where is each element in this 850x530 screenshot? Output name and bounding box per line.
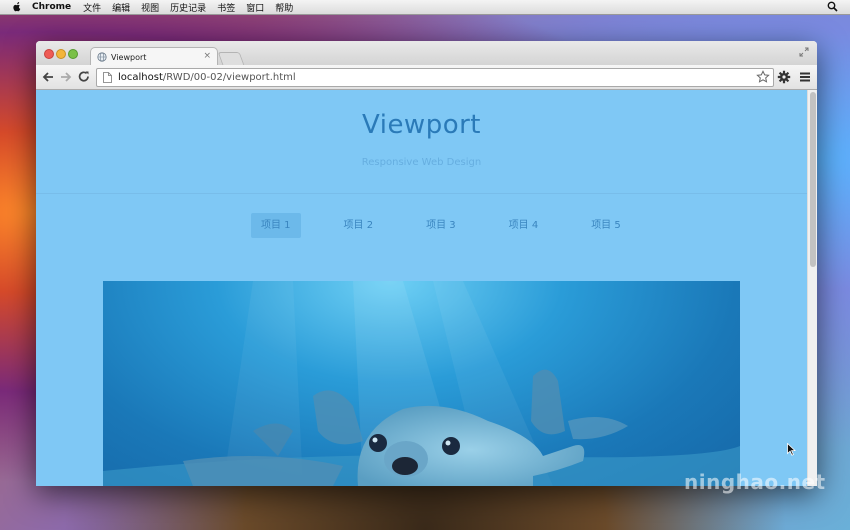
hero-image: [103, 281, 740, 486]
forward-arrow-icon[interactable]: [59, 70, 73, 84]
bookmark-star-icon[interactable]: [756, 70, 770, 84]
site-nav: 项目 1 项目 2 项目 3 项目 4 项目 5: [251, 213, 664, 238]
address-bar[interactable]: localhost/RWD/00-02/viewport.html: [96, 68, 774, 87]
window-close-button[interactable]: [44, 49, 54, 59]
new-tab-button[interactable]: [217, 52, 245, 65]
menubar-item-help[interactable]: 帮助: [275, 1, 293, 14]
page-subtitle: Responsive Web Design: [361, 157, 482, 168]
browser-window: Viewport × localhost/RWD/00-02/viewport.…: [36, 41, 817, 486]
nav-item-4[interactable]: 项目 4: [499, 213, 549, 238]
header-divider: [36, 193, 807, 194]
menubar-item-history[interactable]: 历史记录: [170, 1, 206, 14]
url-path: /RWD/00-02/viewport.html: [162, 72, 296, 83]
tab-title: Viewport: [111, 52, 147, 62]
mouse-cursor-icon: [787, 443, 796, 456]
window-maximize-button[interactable]: [68, 49, 78, 59]
browser-tab-active[interactable]: Viewport ×: [90, 47, 218, 66]
browser-toolbar: localhost/RWD/00-02/viewport.html: [36, 65, 817, 90]
reload-icon[interactable]: [77, 70, 91, 84]
chrome-menu-icon[interactable]: [798, 70, 812, 84]
nav-item-1[interactable]: 项目 1: [251, 213, 301, 238]
fullscreen-icon[interactable]: [799, 47, 809, 57]
menubar-item-bookmarks[interactable]: 书签: [217, 1, 235, 14]
back-arrow-icon[interactable]: [41, 70, 55, 84]
menubar-item-view[interactable]: 视图: [141, 1, 159, 14]
page-title: Viewport: [362, 110, 481, 140]
menubar-item-file[interactable]: 文件: [83, 1, 101, 14]
vertical-scrollbar[interactable]: [807, 90, 817, 486]
nav-item-2[interactable]: 项目 2: [334, 213, 384, 238]
extension-gear-icon[interactable]: [777, 70, 791, 84]
page-icon: [103, 72, 112, 83]
nav-item-5[interactable]: 项目 5: [581, 213, 631, 238]
sea-lion-photo-icon: [103, 281, 740, 486]
page-viewport: Viewport Responsive Web Design 项目 1 项目 2…: [36, 90, 807, 486]
nav-item-3[interactable]: 项目 3: [416, 213, 466, 238]
menubar-item-window[interactable]: 窗口: [246, 1, 264, 14]
menubar-app-name[interactable]: Chrome: [32, 2, 71, 12]
url-host: localhost: [118, 72, 163, 83]
spotlight-search-icon[interactable]: [827, 1, 838, 12]
window-minimize-button[interactable]: [56, 49, 66, 59]
mac-menubar: Chrome 文件 编辑 视图 历史记录 书签 窗口 帮助: [0, 0, 850, 15]
apple-icon[interactable]: [12, 2, 22, 12]
tab-close-icon[interactable]: ×: [203, 51, 211, 61]
watermark: ninghao.net: [684, 470, 826, 494]
tab-strip: Viewport ×: [36, 41, 817, 66]
scrollbar-thumb[interactable]: [810, 92, 816, 267]
menubar-item-edit[interactable]: 编辑: [112, 1, 130, 14]
globe-icon: [97, 52, 107, 62]
